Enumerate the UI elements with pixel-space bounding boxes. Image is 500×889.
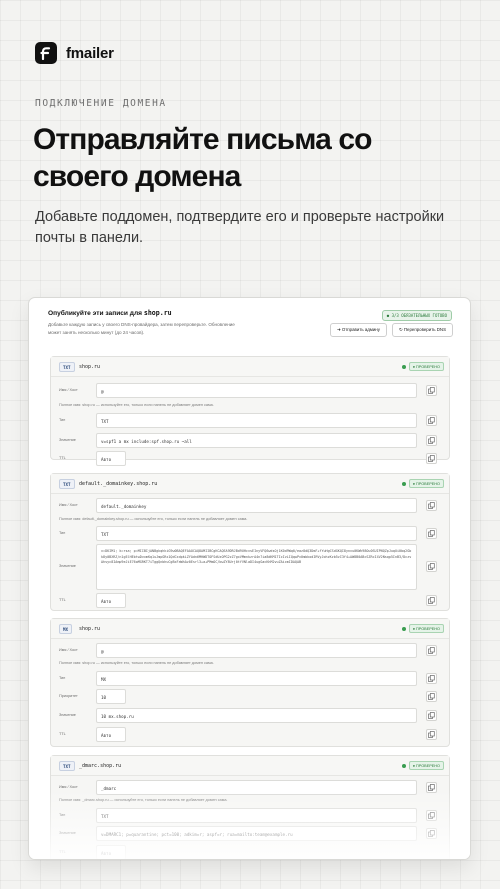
copy-icon[interactable] bbox=[426, 415, 437, 426]
copy-icon[interactable] bbox=[426, 729, 437, 740]
record-host: shop.ru bbox=[79, 626, 101, 632]
fmailer-logo-icon bbox=[35, 42, 57, 64]
verified-badge: ● ПРОВЕРЕНО bbox=[408, 479, 444, 488]
record-name-field[interactable]: @ bbox=[96, 383, 417, 398]
record-type-field[interactable]: MX bbox=[96, 671, 417, 686]
status-dot-icon bbox=[401, 763, 406, 768]
record-value-field[interactable]: 10 mx.shop.ru bbox=[96, 708, 417, 723]
recheck-dns-button[interactable]: ↻ Перепроверить DNS bbox=[391, 323, 453, 337]
record-type-badge: MX bbox=[59, 624, 73, 634]
status-dot-icon bbox=[401, 481, 406, 486]
record-type-badge: TXT bbox=[59, 362, 75, 372]
verified-badge: ● ПРОВЕРЕНО bbox=[408, 362, 444, 371]
copy-icon[interactable] bbox=[426, 561, 437, 572]
record-type-badge: TXT bbox=[59, 761, 75, 771]
page-kicker: ПОДКЛЮЧЕНИЕ ДОМЕНА bbox=[35, 98, 167, 109]
copy-icon[interactable] bbox=[426, 673, 437, 684]
ready-status-badge: ● 3/3 ОБЯЗАТЕЛЬНЫХ ГОТОВО bbox=[381, 310, 452, 321]
page-title: Отправляйте письма со своего домена bbox=[33, 123, 372, 193]
dns-record-card: TXT shop.ru ● ПРОВЕРЕНО Имя / Хост @ Полн… bbox=[50, 356, 450, 466]
record-ttl-field[interactable]: Авто bbox=[96, 451, 126, 466]
status-dot-icon bbox=[401, 364, 406, 369]
page-subtitle: Добавьте поддомен, подтвердите его и про… bbox=[35, 209, 445, 246]
record-type-field[interactable]: TXT bbox=[96, 413, 417, 428]
record-note: Полное имя: default._domainkey.shop.ru —… bbox=[59, 517, 248, 521]
dns-records-panel: Опубликуйте эти записи для shop.ru Добав… bbox=[28, 297, 471, 860]
record-value-field[interactable]: v=spf1 a mx include:spf.shop.ru ~all bbox=[96, 433, 417, 448]
copy-icon[interactable] bbox=[426, 528, 437, 539]
record-note: Полное имя: shop.ru — используйте его, т… bbox=[59, 661, 214, 665]
copy-icon[interactable] bbox=[426, 595, 437, 606]
panel-fade-overlay bbox=[29, 789, 470, 859]
record-host: shop.ru bbox=[79, 364, 101, 370]
record-note: Полное имя: shop.ru — используйте его, т… bbox=[59, 403, 214, 407]
record-priority-field[interactable]: 10 bbox=[96, 689, 126, 704]
copy-icon[interactable] bbox=[426, 435, 437, 446]
record-type-badge: TXT bbox=[59, 479, 75, 489]
record-type-field[interactable]: TXT bbox=[96, 526, 417, 541]
dns-record-card: TXT default._domainkey.shop.ru ● ПРОВЕРЕ… bbox=[50, 473, 450, 611]
copy-icon[interactable] bbox=[426, 453, 437, 464]
panel-header: Опубликуйте эти записи для shop.ru Добав… bbox=[48, 309, 453, 349]
send-to-admin-button[interactable]: ➜ Отправить админу bbox=[329, 323, 387, 337]
record-name-field[interactable]: @ bbox=[96, 643, 417, 658]
brand: fmailer bbox=[35, 42, 114, 64]
panel-domain: shop.ru bbox=[143, 309, 172, 317]
copy-icon[interactable] bbox=[426, 691, 437, 702]
record-host: _dmarc.shop.ru bbox=[79, 763, 122, 769]
verified-badge: ● ПРОВЕРЕНО bbox=[408, 624, 444, 633]
record-host: default._domainkey.shop.ru bbox=[79, 481, 158, 487]
record-ttl-field[interactable]: Авто bbox=[96, 593, 126, 608]
record-ttl-field[interactable]: Авто bbox=[96, 727, 126, 742]
copy-icon[interactable] bbox=[426, 645, 437, 656]
dns-record-card: MX shop.ru ● ПРОВЕРЕНО Имя / Хост @ Полно… bbox=[50, 618, 450, 747]
panel-description: Добавьте каждую запись у своего DNS-пров… bbox=[48, 322, 235, 335]
copy-icon[interactable] bbox=[426, 710, 437, 721]
copy-icon[interactable] bbox=[426, 385, 437, 396]
record-value-field[interactable]: v=DKIM1; k=rsa; p=MIIBIjANBgkqhkiG9w0BAQ… bbox=[96, 544, 417, 590]
record-name-field[interactable]: default._domainkey bbox=[96, 498, 417, 513]
status-dot-icon bbox=[401, 626, 406, 631]
verified-badge: ● ПРОВЕРЕНО bbox=[408, 761, 444, 770]
copy-icon[interactable] bbox=[426, 500, 437, 511]
brand-name: fmailer bbox=[66, 44, 114, 62]
